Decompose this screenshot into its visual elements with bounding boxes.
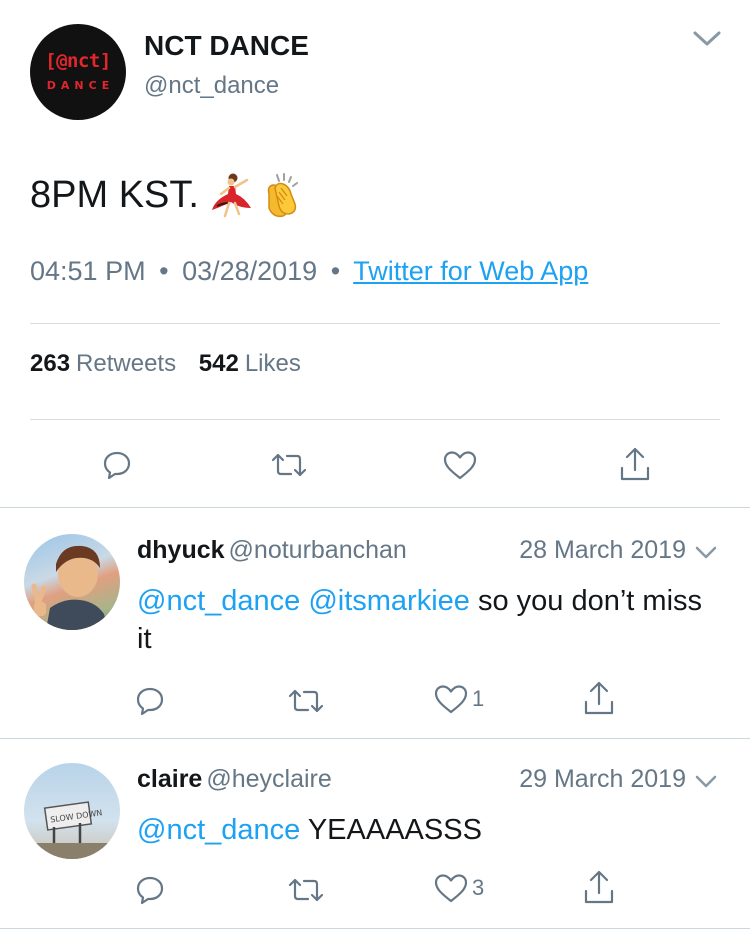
reply-tweet[interactable]: SLOW DOWN claire @heyclaire 29 March 2019… <box>0 739 750 931</box>
tweet-text: 8PM KST. <box>30 172 305 218</box>
reply-icon <box>103 451 131 480</box>
reply-author-handle[interactable]: @noturbanchan <box>229 536 407 564</box>
tweet-text-content: 8PM KST. <box>30 173 199 216</box>
chevron-down-icon[interactable] <box>690 26 724 50</box>
reply-text-content: YEAAAASSS <box>307 814 482 846</box>
reply-tweet[interactable]: dhyuck @noturbanchan 28 March 2019 @nct_d… <box>0 508 750 738</box>
chevron-down-icon[interactable] <box>694 545 718 561</box>
avatar[interactable]: SLOW DOWN <box>24 763 120 859</box>
reply-button[interactable] <box>102 450 132 480</box>
main-tweet: [@nct] DANCE NCT DANCE @nct_dance 8PM KS… <box>0 0 750 507</box>
retweet-button[interactable] <box>288 688 324 714</box>
avatar-logo-text: [@nct] <box>45 50 111 72</box>
heart-icon <box>443 451 477 480</box>
tweet-meta: 04:51 PM • 03/28/2019 • Twitter for Web … <box>30 256 588 287</box>
meta-separator: • <box>159 256 169 286</box>
retweet-icon <box>288 878 324 902</box>
reply-text: @nct_dance YEAAAASSS <box>137 811 717 849</box>
share-icon <box>620 447 650 481</box>
avatar-photo <box>31 545 108 630</box>
chevron-down-icon[interactable] <box>694 774 718 790</box>
reply-mentions[interactable]: @nct_dance @itsmarkiee <box>137 585 470 617</box>
retweet-button[interactable] <box>271 452 307 478</box>
heart-icon <box>434 685 468 714</box>
like-count: 3 <box>472 875 485 900</box>
avatar-photo: SLOW DOWN <box>24 801 120 859</box>
divider <box>0 928 750 929</box>
share-button[interactable] <box>583 680 615 716</box>
share-icon <box>584 681 614 715</box>
retweet-icon <box>288 689 324 713</box>
reply-author[interactable]: dhyuck @noturbanchan <box>137 536 407 565</box>
meta-separator: • <box>330 256 341 286</box>
like-count: 1 <box>472 686 485 711</box>
reply-author-name[interactable]: dhyuck <box>137 536 225 564</box>
author-name[interactable]: NCT DANCE <box>144 30 309 62</box>
reply-author[interactable]: claire @heyclaire <box>137 765 332 794</box>
share-button[interactable] <box>583 869 615 905</box>
tweet-date: 03/28/2019 <box>182 256 318 286</box>
reply-text: @nct_dance @itsmarkiee so you don’t miss… <box>137 582 717 658</box>
like-button[interactable]: 3 <box>434 873 484 903</box>
clapping-hands-emoji <box>267 173 298 218</box>
retweet-icon <box>271 453 307 477</box>
reply-date: 28 March 2019 <box>519 536 686 564</box>
divider <box>30 419 720 420</box>
avatar[interactable] <box>24 534 120 630</box>
share-button[interactable] <box>619 446 651 482</box>
reply-author-handle[interactable]: @heyclaire <box>206 765 331 793</box>
reply-button[interactable] <box>135 875 165 905</box>
reply-author-name[interactable]: claire <box>137 765 202 793</box>
reply-icon <box>136 687 164 716</box>
avatar-logo-subtext: DANCE <box>46 79 115 92</box>
like-button[interactable] <box>443 450 477 480</box>
tweet-source-link[interactable]: Twitter for Web App <box>353 256 588 286</box>
heart-icon <box>434 874 468 903</box>
retweet-button[interactable] <box>288 877 324 903</box>
divider <box>30 323 720 324</box>
reply-date: 29 March 2019 <box>519 765 686 793</box>
like-button[interactable]: 1 <box>434 684 484 714</box>
dancer-emoji <box>211 173 251 218</box>
retweets-count[interactable]: 263 <box>30 350 70 377</box>
likes-label[interactable]: Likes <box>245 350 301 377</box>
tweet-actions <box>0 440 750 490</box>
reply-button[interactable] <box>135 686 165 716</box>
author-handle[interactable]: @nct_dance <box>144 72 279 100</box>
reply-mentions[interactable]: @nct_dance <box>137 814 300 846</box>
likes-count[interactable]: 542 <box>199 350 239 377</box>
tweet-time: 04:51 PM <box>30 256 146 286</box>
reply-icon <box>136 876 164 905</box>
avatar[interactable]: [@nct] DANCE <box>30 24 126 120</box>
share-icon <box>584 870 614 904</box>
tweet-stats: 263 Retweets 542 Likes <box>30 350 317 378</box>
retweets-label[interactable]: Retweets <box>76 350 176 377</box>
